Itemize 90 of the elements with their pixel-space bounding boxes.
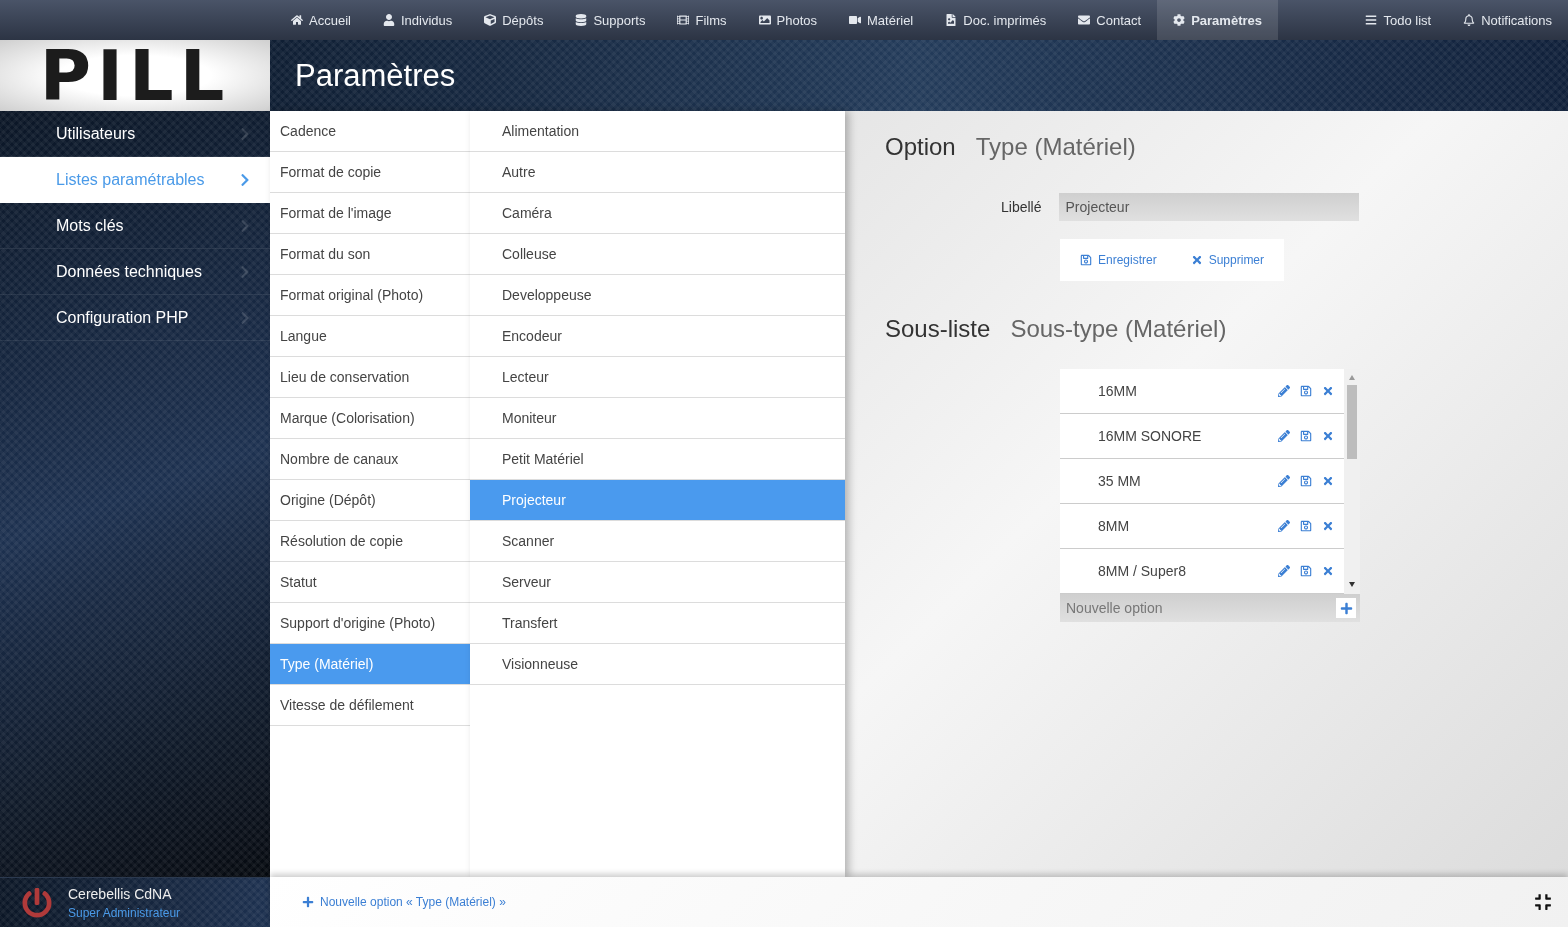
list-item[interactable]: Format du son bbox=[270, 234, 470, 275]
nav-tab[interactable]: Dépôts bbox=[468, 0, 560, 40]
bell-icon bbox=[1463, 14, 1476, 26]
nav-tab[interactable]: Matériel bbox=[833, 0, 930, 40]
power-icon[interactable] bbox=[22, 887, 52, 918]
nav-link[interactable]: Todo list bbox=[1349, 0, 1448, 40]
list-item[interactable]: Format de l'image bbox=[270, 193, 470, 234]
list-item[interactable]: Lieu de conservation bbox=[270, 357, 470, 398]
row-label: 16MM bbox=[1098, 383, 1138, 399]
nav-tab[interactable]: Paramètres bbox=[1157, 0, 1278, 40]
user-icon bbox=[382, 14, 395, 26]
list-item[interactable]: Résolution de copie bbox=[270, 521, 470, 562]
nav-tab[interactable]: Contact bbox=[1062, 0, 1158, 40]
section-title: Sous-type (Matériel) bbox=[1010, 315, 1227, 343]
close-icon[interactable] bbox=[1322, 565, 1334, 577]
nav-tab[interactable]: Photos bbox=[742, 0, 833, 40]
save-icon[interactable] bbox=[1300, 385, 1312, 397]
pencil-icon[interactable] bbox=[1278, 565, 1290, 577]
save-icon bbox=[1080, 254, 1092, 266]
image-icon bbox=[758, 14, 771, 26]
section-title: Type (Matériel) bbox=[975, 133, 1136, 161]
document-icon bbox=[945, 14, 958, 26]
menu-icon bbox=[1365, 14, 1378, 26]
new-option-field[interactable]: Nouvelle option bbox=[1060, 594, 1360, 622]
row-label: 8MM bbox=[1098, 518, 1131, 534]
list-item[interactable]: Langue bbox=[270, 316, 470, 357]
list-item[interactable]: Visionneuse bbox=[470, 644, 845, 685]
input-field[interactable]: Projecteur bbox=[1059, 193, 1360, 221]
save-icon[interactable] bbox=[1300, 520, 1312, 532]
section-heading: Sous-liste bbox=[885, 315, 991, 343]
nav-tab[interactable]: Accueil bbox=[275, 0, 367, 40]
list-item[interactable]: Cadence bbox=[270, 111, 470, 152]
home-icon bbox=[291, 14, 303, 26]
list-item[interactable]: Statut bbox=[270, 562, 470, 603]
cube-icon bbox=[484, 14, 497, 26]
pencil-icon[interactable] bbox=[1278, 520, 1290, 532]
list-item[interactable]: Marque (Colorisation) bbox=[270, 398, 470, 439]
list-item[interactable]: Transfert bbox=[470, 603, 845, 644]
plus-icon bbox=[302, 896, 314, 908]
save-button[interactable]: Enregistrer bbox=[1080, 253, 1157, 267]
list-item[interactable]: Petit Matériel bbox=[470, 439, 845, 480]
list-item[interactable]: Scanner bbox=[470, 521, 845, 562]
nav-tab[interactable]: Doc. imprimés bbox=[929, 0, 1063, 40]
list-item[interactable]: Nombre de canaux bbox=[270, 439, 470, 480]
user-role-link[interactable]: Super Administrateur bbox=[68, 905, 181, 920]
close-icon[interactable] bbox=[1322, 430, 1334, 442]
page-title: Paramètres bbox=[295, 57, 456, 94]
nav-tab[interactable]: Films bbox=[661, 0, 743, 40]
field-label: Libellé bbox=[1001, 199, 1042, 215]
nav-link[interactable]: Notifications bbox=[1447, 0, 1568, 40]
list-item[interactable]: Format original (Photo) bbox=[270, 275, 470, 316]
close-icon[interactable] bbox=[1322, 520, 1334, 532]
list-item[interactable]: Support d'origine (Photo) bbox=[270, 603, 470, 644]
user-name: Cerebellis CdNA bbox=[68, 885, 173, 902]
settings-icon bbox=[1173, 14, 1186, 26]
close-icon bbox=[1190, 254, 1203, 266]
row-label: 8MM / Super8 bbox=[1098, 563, 1187, 579]
list-item[interactable]: Vitesse de défilement bbox=[270, 685, 470, 726]
list-item[interactable]: Serveur bbox=[470, 562, 845, 603]
row-label: 16MM SONORE bbox=[1098, 428, 1203, 444]
delete-button[interactable]: Supprimer bbox=[1190, 253, 1265, 267]
film-icon bbox=[677, 14, 690, 26]
close-icon[interactable] bbox=[1322, 475, 1334, 487]
video-camera-icon bbox=[849, 14, 861, 26]
nav-tab[interactable]: Individus bbox=[366, 0, 469, 40]
list-item[interactable]: Origine (Dépôt) bbox=[270, 480, 470, 521]
add-button[interactable] bbox=[1336, 598, 1356, 618]
new-option-link[interactable]: Nouvelle option « Type (Matériel) » bbox=[302, 895, 506, 909]
close-icon[interactable] bbox=[1322, 385, 1334, 397]
section-heading: Option bbox=[885, 133, 956, 161]
list-item[interactable]: Autre bbox=[470, 152, 845, 193]
list-item[interactable]: Format de copie bbox=[270, 152, 470, 193]
save-icon[interactable] bbox=[1300, 565, 1312, 577]
list-item[interactable]: Alimentation bbox=[470, 111, 845, 152]
nav-tab[interactable]: Supports bbox=[559, 0, 662, 40]
pencil-icon[interactable] bbox=[1278, 430, 1290, 442]
pencil-icon[interactable] bbox=[1278, 385, 1290, 397]
list-item[interactable]: Lecteur bbox=[470, 357, 845, 398]
save-icon[interactable] bbox=[1300, 430, 1312, 442]
list-item[interactable]: Moniteur bbox=[470, 398, 845, 439]
pencil-icon[interactable] bbox=[1278, 475, 1290, 487]
envelope-icon bbox=[1078, 14, 1091, 26]
list-item[interactable]: Encodeur bbox=[470, 316, 845, 357]
save-icon[interactable] bbox=[1300, 475, 1312, 487]
list-item[interactable]: Developpeuse bbox=[470, 275, 845, 316]
database-icon bbox=[575, 14, 588, 26]
row-label: 35 MM bbox=[1098, 473, 1142, 489]
list-item[interactable]: Caméra bbox=[470, 193, 845, 234]
fullscreen-icon[interactable] bbox=[1534, 893, 1552, 911]
list-item[interactable]: Colleuse bbox=[470, 234, 845, 275]
